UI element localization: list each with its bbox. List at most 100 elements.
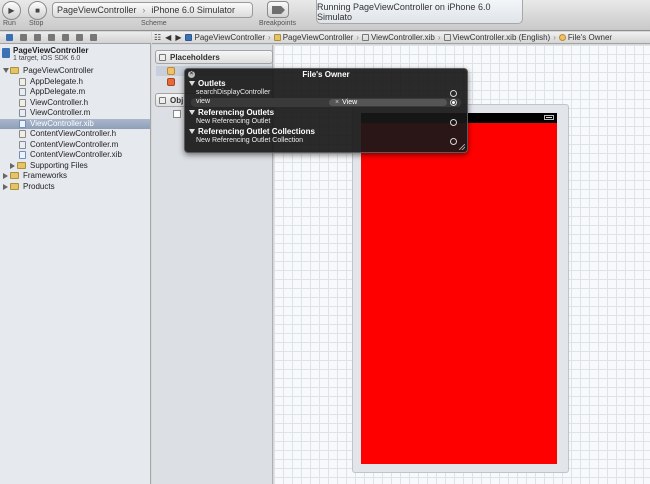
placeholder-cube-icon [558,34,566,42]
xib-file-icon [19,119,26,128]
remove-connection-icon[interactable]: × [335,99,339,106]
activity-status: Running PageViewController on iPhone 6.0… [316,0,523,24]
debug-navigator-tab-icon[interactable] [62,34,69,41]
tree-item-appdelegate-m[interactable]: AppDelegate.m [0,87,150,97]
tree-item-label: ViewController.m [30,108,91,117]
folder-icon [10,67,19,74]
tree-item-viewcontroller-m[interactable]: ViewController.m [0,108,150,118]
project-navigator-tab-icon[interactable] [6,34,13,41]
tree-item-label: Frameworks [23,171,68,180]
project-icon [185,34,193,42]
jumpbar-crumb-project[interactable]: PageViewController [183,33,267,42]
cube-icon [159,97,166,104]
scheme-project[interactable]: PageViewController [53,5,140,15]
disclosure-triangle-icon[interactable] [189,129,195,134]
symbol-navigator-tab-icon[interactable] [20,34,27,41]
log-navigator-tab-icon[interactable] [90,34,97,41]
tree-item-label: ContentViewController.m [30,139,119,149]
run-button[interactable]: ▶ [2,1,21,20]
referencing-outlets-section[interactable]: Referencing Outlets [187,108,467,117]
toolbar: ▶ Run ■ Stop PageViewController › iPhone… [0,0,650,31]
connection-circle-icon[interactable] [450,90,457,97]
tree-item-viewcontroller-h[interactable]: ViewController.h [0,98,150,108]
connection-circle-icon[interactable] [450,138,457,145]
referencing-collections-section[interactable]: Referencing Outlet Collections [187,127,467,136]
connected-circle-icon[interactable] [450,99,457,106]
disclosure-triangle-icon[interactable] [10,162,15,169]
chevron-right-icon: › [142,5,146,15]
connection-circle-icon[interactable] [450,119,457,126]
connection-pill[interactable]: × View [329,99,447,106]
status-text: Running PageViewController on iPhone 6.0… [317,1,491,22]
tree-item-label: Supporting Files [30,160,88,170]
project-icon [2,48,10,58]
stop-button[interactable]: ■ [28,1,47,20]
m-file-icon [19,140,26,149]
jumpbar-crumb-file[interactable]: ViewController.xib [360,33,437,42]
h-file-icon [19,98,26,107]
tree-item-label: ContentViewController.xib [30,150,122,159]
folder-icon [273,34,281,42]
tree-item-appdelegate-h[interactable]: AppDelegate.h [0,77,150,87]
placeholders-section[interactable]: Placeholders [155,50,273,64]
jump-bar: ☷ ◀ ▶ PageViewController › PageViewContr… [152,32,650,44]
tree-item-label: ContentViewController.h [30,129,117,138]
outlets-section[interactable]: Outlets [187,79,467,88]
tree-item-products[interactable]: Products [0,182,150,192]
related-files-icon[interactable]: ☷ [152,33,163,42]
folder-icon [10,172,19,179]
tree-item-viewcontroller-xib[interactable]: ViewController.xib [0,118,150,129]
connections-panel: ✕ File's Owner Outlets searchDisplayCont… [184,68,468,153]
tree-item-label: ViewController.h [30,97,89,107]
play-icon: ▶ [8,6,15,15]
disclosure-triangle-icon[interactable] [3,183,8,190]
xib-file-icon [361,34,369,42]
scheme-destination[interactable]: iPhone 6.0 Simulator [147,5,239,15]
stop-icon: ■ [35,6,40,15]
search-navigator-tab-icon[interactable] [34,34,41,41]
disclosure-triangle-icon[interactable] [189,81,195,86]
project-subtitle: 1 target, iOS SDK 6.0 [13,55,81,62]
new-referencing-collection-row: New Referencing Outlet Collection [191,137,461,146]
tree-item-label: AppDelegate.m [30,87,86,96]
jumpbar-crumb-group[interactable]: PageViewController [272,33,356,42]
h-file-icon [19,130,26,138]
project-navigator: PageViewController 1 target, iOS SDK 6.0… [0,32,151,484]
outlet-row-searchdisplaycontroller: searchDisplayController [191,89,461,98]
tree-item-contentviewcontroller-xib[interactable]: ContentViewController.xib [0,150,150,160]
cube-icon [159,54,166,61]
disclosure-triangle-icon[interactable] [3,68,9,73]
breakpoints-button[interactable] [267,1,289,18]
panel-title: File's Owner [302,70,350,79]
jumpbar-crumb-localization[interactable]: ViewController.xib (English) [442,33,553,42]
m-file-icon [19,109,26,117]
disclosure-triangle-icon[interactable] [189,110,195,115]
scheme-selector[interactable]: PageViewController › iPhone 6.0 Simulato… [52,2,253,18]
tree-item-contentviewcontroller-m[interactable]: ContentViewController.m [0,140,150,150]
breakpoint-icon [272,6,285,14]
m-file-icon [19,88,26,96]
tree-item-label: Products [23,181,55,191]
main-view[interactable] [361,123,557,464]
issue-navigator-tab-icon[interactable] [48,34,55,41]
breakpoint-navigator-tab-icon[interactable] [76,34,83,41]
tree-item-label: PageViewController [23,66,94,75]
project-root[interactable]: PageViewController 1 target, iOS SDK 6.0 [2,46,150,64]
back-icon[interactable]: ◀ [163,33,173,42]
breakpoints-label: Breakpoints [259,20,296,27]
tree-item-frameworks[interactable]: Frameworks [0,171,150,181]
scheme-label: Scheme [141,20,167,27]
tree-item-pageviewcontroller[interactable]: PageViewController [0,66,150,76]
first-responder-icon [167,78,175,86]
tree-item-supporting-files[interactable]: Supporting Files [0,161,150,171]
navigator-tabs [0,32,151,44]
run-label: Run [3,20,16,27]
resize-grip-icon[interactable] [459,144,465,150]
stop-label: Stop [29,20,44,27]
tree-item-contentviewcontroller-h[interactable]: ContentViewController.h [0,129,150,139]
disclosure-triangle-icon[interactable] [3,173,8,179]
forward-icon[interactable]: ▶ [173,33,183,42]
jumpbar-crumb-object[interactable]: File's Owner [557,33,614,42]
outlet-row-view: view × View [191,98,461,107]
new-referencing-outlet-row: New Referencing Outlet [191,118,461,127]
